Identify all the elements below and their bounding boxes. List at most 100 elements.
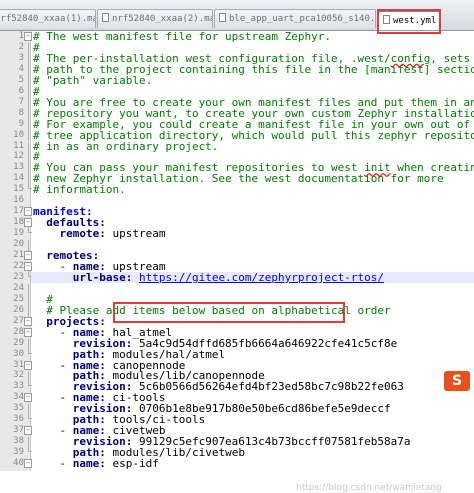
fold-guide <box>28 119 29 131</box>
code-token: 5c6b0566d56264efd4bf23ed58bc7c98b22fe063 <box>138 380 404 394</box>
fold-guide <box>28 64 29 76</box>
code-line[interactable]: - name: esp-idf <box>33 457 159 471</box>
tab-label: nrf52840_xxaa(2).map <box>112 14 213 24</box>
fold-toggle-icon[interactable]: − <box>24 360 32 370</box>
code-token: # information. <box>33 183 126 197</box>
line-number: 2 <box>18 41 24 52</box>
fold-guide <box>28 130 29 142</box>
url-highlight-box <box>113 302 345 323</box>
fold-guide <box>28 97 29 109</box>
code-token: url-base: <box>33 270 139 284</box>
code-token: remote: <box>33 227 113 241</box>
fold-guide <box>28 86 29 98</box>
line-number: 38 <box>13 436 24 447</box>
line-number: 20 <box>13 239 24 250</box>
code-token: https://gitee.com/zephyrproject-rtos/ <box>138 270 385 284</box>
fold-guide <box>28 75 29 87</box>
tab-label: nrf52840_xxaa(1).map <box>0 14 95 24</box>
fold-guide <box>28 446 32 453</box>
code-line[interactable]: # The west manifest file for upstream Ze… <box>33 31 331 42</box>
fold-guide <box>28 305 29 317</box>
fold-guide <box>28 163 29 175</box>
line-number: 25 <box>13 293 24 304</box>
tab-label: ble_app_uart_pca10056_s140.uvprojx <box>229 14 376 24</box>
code-line[interactable]: url-base: https://gitee.com/zephyrprojec… <box>33 272 384 283</box>
line-number: 27 <box>13 315 24 326</box>
line-number: 8 <box>18 107 24 118</box>
line-number: 13 <box>13 162 24 173</box>
fold-toggle-icon[interactable]: − <box>24 316 32 326</box>
line-number: 18 <box>13 217 24 228</box>
code-token: upstream <box>112 227 166 241</box>
fold-guide <box>28 413 32 420</box>
fold-toggle-icon[interactable]: − <box>24 218 32 228</box>
code-token: # "path" variable. <box>33 73 153 87</box>
line-number: 9 <box>18 118 24 129</box>
line-number: 28 <box>13 326 24 337</box>
code-line[interactable]: remote: upstream <box>33 228 165 239</box>
line-number: 34 <box>13 392 24 403</box>
line-number: 15 <box>13 184 24 195</box>
code-line[interactable]: # "path" variable. <box>33 75 152 86</box>
code-token: esp-idf <box>112 457 159 471</box>
line-number: 31 <box>13 359 24 370</box>
fold-guide <box>28 42 29 54</box>
code-token: - <box>33 457 73 471</box>
line-number: 6 <box>18 85 24 96</box>
line-number: 19 <box>13 228 24 239</box>
line-number: 35 <box>13 403 24 414</box>
line-number: 7 <box>18 96 24 107</box>
line-number: 29 <box>13 337 24 348</box>
fold-toggle-icon[interactable]: − <box>24 32 32 41</box>
watermark-text: https://blog.csdn.net/wanjietang <box>296 483 442 493</box>
fold-toggle-icon[interactable]: − <box>24 393 32 403</box>
fold-guide <box>28 294 29 306</box>
tab-nrf52840-map-1[interactable]: nrf52840_xxaa(1).map x <box>0 9 96 28</box>
line-number: 40 <box>13 458 24 469</box>
line-number: 4 <box>18 63 24 74</box>
line-number: 22 <box>13 260 24 271</box>
code-line[interactable]: # in as an ordinary project. <box>33 141 218 152</box>
file-icon <box>102 13 109 22</box>
fold-guide <box>28 108 29 120</box>
line-number: 16 <box>13 195 24 206</box>
code-token: # in as an ordinary project. <box>33 139 219 153</box>
fold-toggle-icon[interactable]: − <box>24 251 32 260</box>
file-icon <box>219 13 226 22</box>
fold-toggle-icon[interactable]: − <box>24 426 32 436</box>
fold-toggle-icon[interactable]: − <box>24 459 32 469</box>
code-token: # The west manifest file for upstream Ze… <box>33 30 332 43</box>
line-number: 3 <box>18 52 24 63</box>
fold-guide <box>28 283 29 295</box>
fold-guide <box>28 152 29 164</box>
line-number: 37 <box>13 425 24 436</box>
line-number: 14 <box>13 173 24 184</box>
line-number: 10 <box>13 129 24 140</box>
tab-uvprojx[interactable]: ble_app_uart_pca10056_s140.uvprojx x <box>214 9 376 28</box>
line-number: 36 <box>13 414 24 425</box>
sogou-ime-icon[interactable]: S <box>444 371 470 391</box>
line-number: 26 <box>13 304 24 315</box>
tab-nrf52840-map-2[interactable]: nrf52840_xxaa(2).map x <box>97 9 213 28</box>
line-number: 32 <box>13 370 24 381</box>
line-number: 5 <box>18 74 24 85</box>
fold-guide <box>28 347 32 354</box>
line-number: 30 <box>13 348 24 359</box>
fold-toggle-icon[interactable]: − <box>24 327 32 337</box>
fold-toggle-icon[interactable]: − <box>24 207 32 217</box>
code-token: name: <box>72 457 113 471</box>
line-number: 12 <box>13 151 24 162</box>
line-number: 24 <box>13 282 24 293</box>
code-editor[interactable]: 1−2 3 4 5 6 7 8 9 10 11 12 13 14 15 16 17−18−19 20 21−22−… <box>0 31 474 493</box>
tab-highlight-box <box>377 9 441 34</box>
fold-guide <box>28 240 29 251</box>
fold-toggle-icon[interactable]: − <box>24 261 32 271</box>
fold-guide <box>28 227 32 234</box>
line-number: 11 <box>13 140 24 151</box>
fold-guide <box>28 380 32 387</box>
code-line[interactable]: # information. <box>33 184 126 195</box>
line-number: 33 <box>13 381 24 392</box>
line-number: 39 <box>13 447 24 458</box>
fold-guide <box>28 183 32 190</box>
fold-guide <box>28 141 29 153</box>
